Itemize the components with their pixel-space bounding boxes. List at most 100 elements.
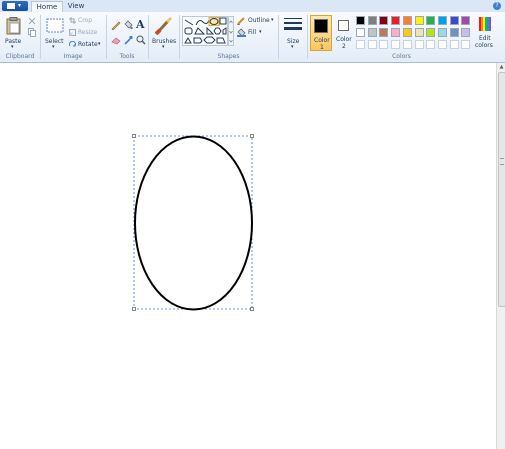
custom-color-slot[interactable] [461, 40, 471, 49]
resize-handle-bottom-right [250, 307, 254, 311]
copy-icon[interactable] [28, 28, 36, 37]
chevron-down-icon: ▾ [52, 44, 55, 50]
outline-label: Outline [248, 17, 270, 24]
edit-colors-label-2: colors [475, 42, 493, 49]
palette-color-swatch[interactable] [461, 28, 471, 37]
palette-color-swatch[interactable] [391, 28, 401, 37]
chevron-down-icon: ▾ [162, 44, 165, 50]
pencil-icon[interactable] [111, 20, 121, 30]
resize-button[interactable]: Resize [69, 28, 99, 37]
palette-color-swatch[interactable] [414, 28, 424, 37]
clipboard-group-label: Clipboard [5, 53, 35, 60]
line-size-icon [284, 18, 302, 30]
palette-color-swatch[interactable] [367, 16, 377, 25]
color2-index: 2 [342, 43, 346, 50]
fill-bucket-icon[interactable] [123, 20, 133, 30]
color1-button[interactable]: Color 1 [310, 15, 332, 51]
select-button[interactable]: Select ▾ [44, 15, 66, 51]
tab-view[interactable]: View [63, 1, 89, 12]
color2-label: Color [336, 36, 352, 43]
custom-color-slot[interactable] [426, 40, 436, 49]
palette-color-swatch[interactable] [391, 16, 401, 25]
palette-color-swatch[interactable] [426, 16, 436, 25]
shapes-group-label: Shapes [217, 53, 240, 60]
palette-color-swatch[interactable] [449, 16, 459, 25]
chevron-down-icon: ▾ [11, 44, 14, 50]
cut-icon[interactable] [28, 17, 36, 25]
palette-color-swatch[interactable] [437, 16, 447, 25]
scrollbar-thumb[interactable] [498, 72, 505, 307]
color1-label: Color [314, 37, 330, 44]
paint-menu-button[interactable]: ▾ [2, 1, 28, 11]
color-palette [356, 16, 474, 52]
palette-color-swatch[interactable] [379, 28, 389, 37]
palette-color-swatch[interactable] [367, 28, 377, 37]
select-icon [46, 18, 64, 33]
group-divider [148, 15, 149, 59]
custom-color-slot[interactable] [449, 40, 459, 49]
grip-icon [500, 158, 504, 165]
color1-index: 1 [320, 44, 324, 51]
drawn-ellipse[interactable] [134, 135, 253, 311]
color-picker-icon[interactable] [123, 35, 133, 45]
resize-handle-bottom-left [132, 307, 136, 311]
color2-button[interactable]: Color 2 [334, 15, 354, 51]
palette-color-swatch[interactable] [426, 28, 436, 37]
chevron-down-icon: ▾ [291, 44, 294, 50]
custom-color-slot[interactable] [402, 40, 412, 49]
edit-colors-label-1: Edit [479, 35, 491, 42]
chevron-down-icon: ▾ [259, 29, 262, 35]
palette-color-swatch[interactable] [356, 28, 365, 37]
fill-label: Fill [248, 29, 257, 36]
paint-menu-icon [7, 3, 15, 9]
chevron-down-icon: ▾ [98, 41, 101, 47]
palette-color-swatch[interactable] [402, 16, 412, 25]
rotate-label: Rotate [78, 41, 98, 48]
paste-button[interactable]: Paste ▾ [3, 15, 25, 51]
rainbow-palette-icon [479, 17, 491, 31]
color2-swatch [338, 20, 349, 31]
size-button[interactable]: Size ▾ [281, 15, 305, 51]
palette-color-swatch[interactable] [356, 16, 365, 25]
fill-dropdown[interactable]: Fill ▾ [237, 28, 267, 38]
rotate-button[interactable]: Rotate ▾ [69, 40, 105, 49]
palette-color-swatch[interactable] [402, 28, 412, 37]
vertical-scrollbar[interactable]: ▲ [496, 63, 505, 449]
ribbon: Paste ▾ Clipboard Select ▾ Crop Resize R… [0, 12, 505, 63]
custom-color-slot[interactable] [437, 40, 447, 49]
custom-color-slot[interactable] [367, 40, 377, 49]
crop-label: Crop [78, 17, 93, 24]
outline-dropdown[interactable]: Outline ▾ [237, 16, 277, 26]
palette-color-swatch[interactable] [379, 16, 389, 25]
scroll-up-arrow-icon[interactable]: ▲ [498, 64, 505, 71]
custom-color-slot[interactable] [391, 40, 401, 49]
color1-swatch [314, 19, 328, 33]
chevron-down-icon: ▾ [271, 17, 274, 23]
resize-icon [69, 29, 76, 36]
custom-color-slot[interactable] [356, 40, 365, 49]
palette-color-swatch[interactable] [449, 28, 459, 37]
group-divider [278, 15, 279, 59]
outline-icon [237, 17, 245, 25]
resize-handle-top-right [250, 134, 254, 138]
canvas-area[interactable] [0, 63, 496, 449]
drawing-canvas[interactable] [0, 63, 496, 449]
crop-icon [69, 17, 76, 24]
colors-group-label: Colors [392, 53, 411, 60]
magnifier-icon[interactable] [136, 35, 146, 45]
text-tool-icon[interactable]: A [136, 18, 145, 31]
crop-button[interactable]: Crop [69, 16, 99, 25]
shapes-gallery[interactable] [182, 16, 234, 46]
clipboard-icon [6, 17, 21, 35]
palette-color-swatch[interactable] [414, 16, 424, 25]
custom-color-slot[interactable] [379, 40, 389, 49]
custom-color-slot[interactable] [414, 40, 424, 49]
image-group-label: Image [63, 53, 83, 60]
brushes-button[interactable]: Brushes ▾ [151, 15, 177, 51]
help-icon[interactable]: ? [493, 2, 501, 10]
fill-icon [237, 28, 246, 37]
palette-color-swatch[interactable] [437, 28, 447, 37]
edit-colors-button[interactable]: Edit colors [475, 15, 495, 51]
palette-color-swatch[interactable] [461, 16, 471, 25]
eraser-icon[interactable] [111, 35, 121, 45]
